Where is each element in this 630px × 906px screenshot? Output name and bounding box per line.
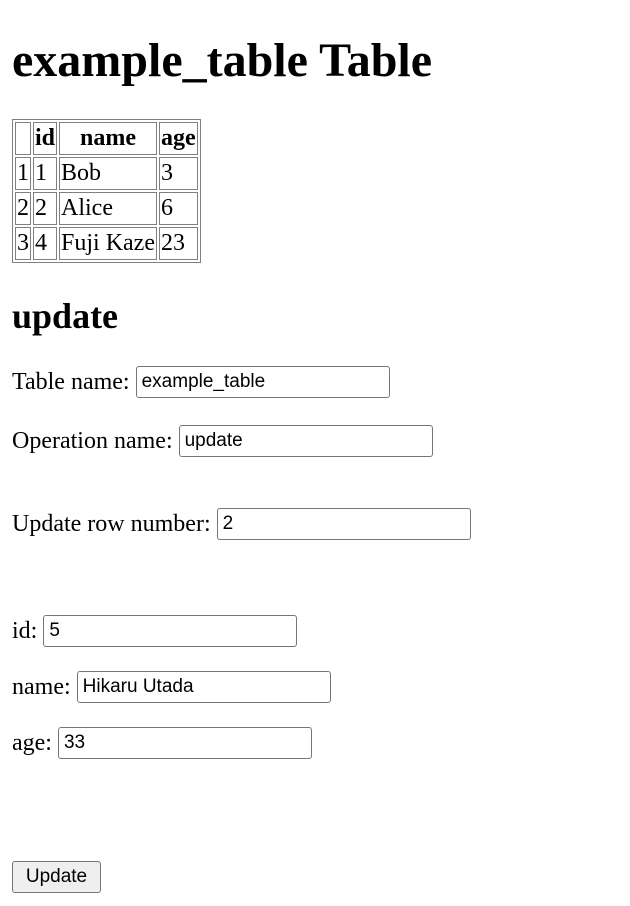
row-number-label: Update row number: (12, 510, 211, 537)
name-cell: Bob (59, 157, 157, 190)
row-index-cell: 2 (15, 192, 31, 225)
table-row: 3 4 Fuji Kaze 23 (15, 227, 198, 260)
name-field-row: name: (12, 671, 331, 703)
column-header-name: name (59, 122, 157, 155)
id-cell: 1 (33, 157, 58, 190)
id-field-row: id: (12, 615, 298, 647)
data-table: id name age 1 1 Bob 3 2 2 Alice 6 3 4 Fu… (12, 119, 201, 263)
age-cell: 3 (159, 157, 198, 190)
id-cell: 4 (33, 227, 58, 260)
table-row: 1 1 Bob 3 (15, 157, 198, 190)
column-header-id: id (33, 122, 58, 155)
update-button[interactable]: Update (12, 861, 101, 893)
operation-name-input[interactable] (178, 425, 433, 457)
table-name-input[interactable] (135, 366, 390, 398)
section-title: update (12, 296, 119, 336)
row-index-cell: 3 (15, 227, 31, 260)
age-field-input[interactable] (57, 727, 312, 759)
table-header-row: id name age (15, 122, 198, 155)
row-number-input[interactable] (216, 508, 471, 540)
row-number-row: Update row number: (12, 508, 471, 540)
id-cell: 2 (33, 192, 58, 225)
column-header-index (15, 122, 31, 155)
table-name-row: Table name: (12, 366, 390, 398)
operation-name-row: Operation name: (12, 425, 433, 457)
name-field-input[interactable] (76, 671, 331, 703)
age-cell: 23 (159, 227, 198, 260)
id-field-label: id: (12, 617, 38, 644)
table-row: 2 2 Alice 6 (15, 192, 198, 225)
name-field-label: name: (12, 673, 71, 700)
age-field-label: age: (12, 729, 52, 756)
operation-name-label: Operation name: (12, 427, 173, 454)
column-header-age: age (159, 122, 198, 155)
name-cell: Alice (59, 192, 157, 225)
id-field-input[interactable] (43, 615, 298, 647)
page-title: example_table Table (12, 34, 433, 87)
table-name-label: Table name: (12, 368, 130, 395)
name-cell: Fuji Kaze (59, 227, 157, 260)
age-field-row: age: (12, 727, 312, 759)
row-index-cell: 1 (15, 157, 31, 190)
age-cell: 6 (159, 192, 198, 225)
